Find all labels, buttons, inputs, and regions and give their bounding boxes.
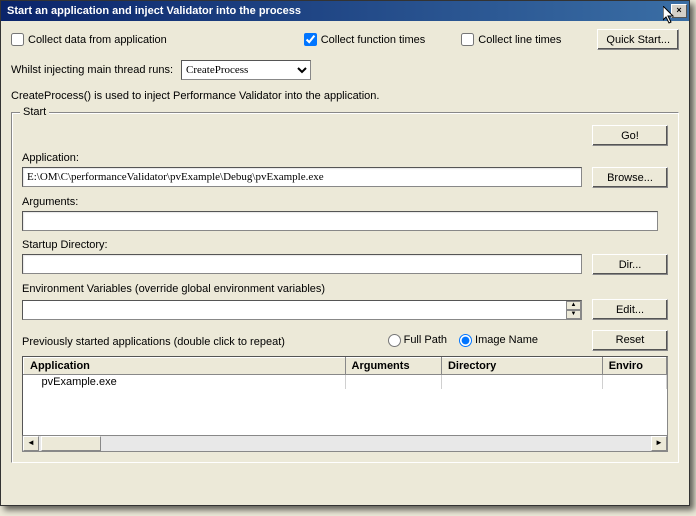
application-label: Application: [22, 152, 668, 164]
scroll-thumb[interactable] [41, 436, 101, 451]
col-arguments[interactable]: Arguments [345, 358, 441, 375]
collect-line-input[interactable] [461, 33, 474, 46]
full-path-radio[interactable]: Full Path [388, 334, 447, 347]
env-up-icon[interactable]: ▲ [566, 301, 581, 310]
application-input[interactable] [22, 167, 582, 187]
titlebar: Start an application and inject Validato… [1, 1, 689, 21]
quick-start-button[interactable]: Quick Start... [597, 29, 679, 50]
env-combo[interactable]: ▲ ▼ [22, 300, 582, 320]
image-name-label: Image Name [475, 334, 538, 346]
arguments-label: Arguments: [22, 196, 668, 208]
collect-fn-label: Collect function times [321, 34, 426, 46]
reset-button[interactable]: Reset [592, 330, 668, 351]
description-text: CreateProcess() is used to inject Perfor… [11, 90, 679, 102]
collect-data-checkbox[interactable]: Collect data from application [11, 33, 167, 46]
cell-args [345, 375, 441, 390]
arguments-input[interactable] [22, 211, 658, 231]
env-down-icon[interactable]: ▼ [566, 310, 581, 319]
cell-env [602, 375, 666, 390]
collect-data-label: Collect data from application [28, 34, 167, 46]
start-groupbox: Start Go! Application: Browse... [11, 112, 679, 463]
dir-button[interactable]: Dir... [592, 254, 668, 275]
edit-button[interactable]: Edit... [592, 299, 668, 320]
inject-combo[interactable]: CreateProcess [181, 60, 311, 80]
startup-dir-label: Startup Directory: [22, 239, 668, 251]
col-enviro[interactable]: Enviro [602, 358, 666, 375]
image-name-radio[interactable]: Image Name [459, 334, 538, 347]
collect-fn-input[interactable] [304, 33, 317, 46]
full-path-label: Full Path [404, 334, 447, 346]
col-application[interactable]: Application [24, 358, 346, 375]
full-path-input[interactable] [388, 334, 401, 347]
scroll-right-icon[interactable]: ► [651, 436, 667, 451]
horizontal-scrollbar[interactable]: ◄ ► [22, 436, 668, 452]
prev-label: Previously started applications (double … [22, 336, 285, 348]
previous-apps-table[interactable]: Application Arguments Directory Enviro p… [22, 356, 668, 436]
go-button[interactable]: Go! [592, 125, 668, 146]
table-row[interactable]: pvExample.exe [24, 375, 667, 390]
titlebar-title: Start an application and inject Validato… [7, 5, 301, 17]
scroll-left-icon[interactable]: ◄ [23, 436, 39, 451]
startup-dir-input[interactable] [22, 254, 582, 274]
cell-dir [441, 375, 602, 390]
env-label: Environment Variables (override global e… [22, 283, 668, 295]
inject-label: Whilst injecting main thread runs: [11, 64, 173, 76]
collect-fn-checkbox[interactable]: Collect function times [304, 33, 426, 46]
browse-button[interactable]: Browse... [592, 167, 668, 188]
cell-app: pvExample.exe [24, 375, 346, 390]
collect-line-checkbox[interactable]: Collect line times [461, 33, 561, 46]
start-legend: Start [20, 106, 49, 118]
close-button[interactable]: × [671, 4, 687, 18]
col-directory[interactable]: Directory [441, 358, 602, 375]
image-name-input[interactable] [459, 334, 472, 347]
collect-data-input[interactable] [11, 33, 24, 46]
collect-line-label: Collect line times [478, 34, 561, 46]
